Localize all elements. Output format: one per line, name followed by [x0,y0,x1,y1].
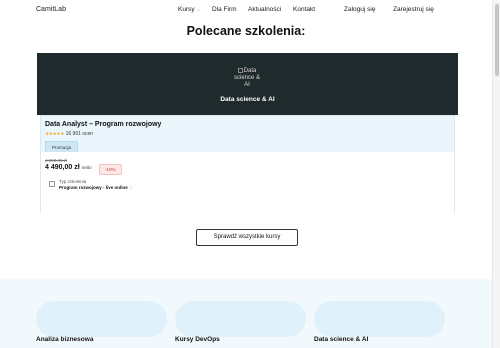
training-type-label: Typ szkolenia [59,179,87,184]
course-image: Data science & AI [232,68,262,89]
site-logo[interactable]: CamitLab [36,6,66,13]
course-rating: ★★★★★ 16 991 ocen [45,131,93,137]
training-type-value: Program rozwojowy - live online [59,185,128,190]
chevron-down-icon: ⌄ [196,7,201,13]
category-label-devops[interactable]: Kursy DevOps [175,336,220,343]
nav-item-kontakt[interactable]: Kontakt [293,6,315,13]
register-link[interactable]: Zarejestruj się [393,6,434,13]
category-tile-devops[interactable] [175,301,306,337]
course-card-header: Data science & AI Data science & AI [37,53,458,115]
top-navigation: CamitLab Kursy ⌄ Dla Firm Aktualności Kon… [0,0,492,20]
nav-item-dla-firm[interactable]: Dla Firm [212,6,237,13]
category-label-analiza[interactable]: Analiza biznesowa [36,336,93,343]
training-type-value-row: Program rozwojowy - live onlineⓘ [59,185,133,191]
broken-image-icon [237,68,243,73]
new-price: 4 490,00 zł [45,164,80,171]
category-tile-analiza[interactable] [36,301,167,337]
view-all-courses-button[interactable]: Sprawdź wszystkie kursy [196,229,298,246]
course-category: Data science & AI [220,96,275,103]
course-title[interactable]: Data Analyst – Program rozwojowy [45,121,161,128]
login-link[interactable]: Zaloguj się [344,6,375,13]
course-price-section: 4 990,00 zł 4 490,00 zł netto -10% Typ sz… [40,152,455,213]
old-price: 4 990,00 zł [45,158,68,163]
training-type-icon [49,181,55,187]
info-icon[interactable]: ⓘ [129,185,133,190]
page-title: Polecane szkolenia: [186,24,306,38]
nav-item-kursy-label: Kursy [178,6,195,13]
category-tile-data-science[interactable] [314,301,445,337]
star-rating-icon: ★★★★★ [45,131,65,136]
nav-item-aktualnosci[interactable]: Aktualności [248,6,281,13]
categories-section: Analiza biznesowa Kursy DevOps Data scie… [0,279,492,348]
scrollbar-thumb[interactable] [495,4,499,76]
category-label-data-science[interactable]: Data science & AI [314,336,368,343]
page-scrollbar[interactable] [492,0,500,348]
rating-count: 16 991 ocen [65,131,94,137]
new-price-row: 4 490,00 zł netto [45,164,92,171]
netto-label: netto [81,165,92,170]
course-card[interactable]: Data science & AI Data science & AI Data… [37,53,458,213]
discount-badge: -10% [99,164,122,175]
nav-item-kursy[interactable]: Kursy ⌄ [178,6,201,13]
